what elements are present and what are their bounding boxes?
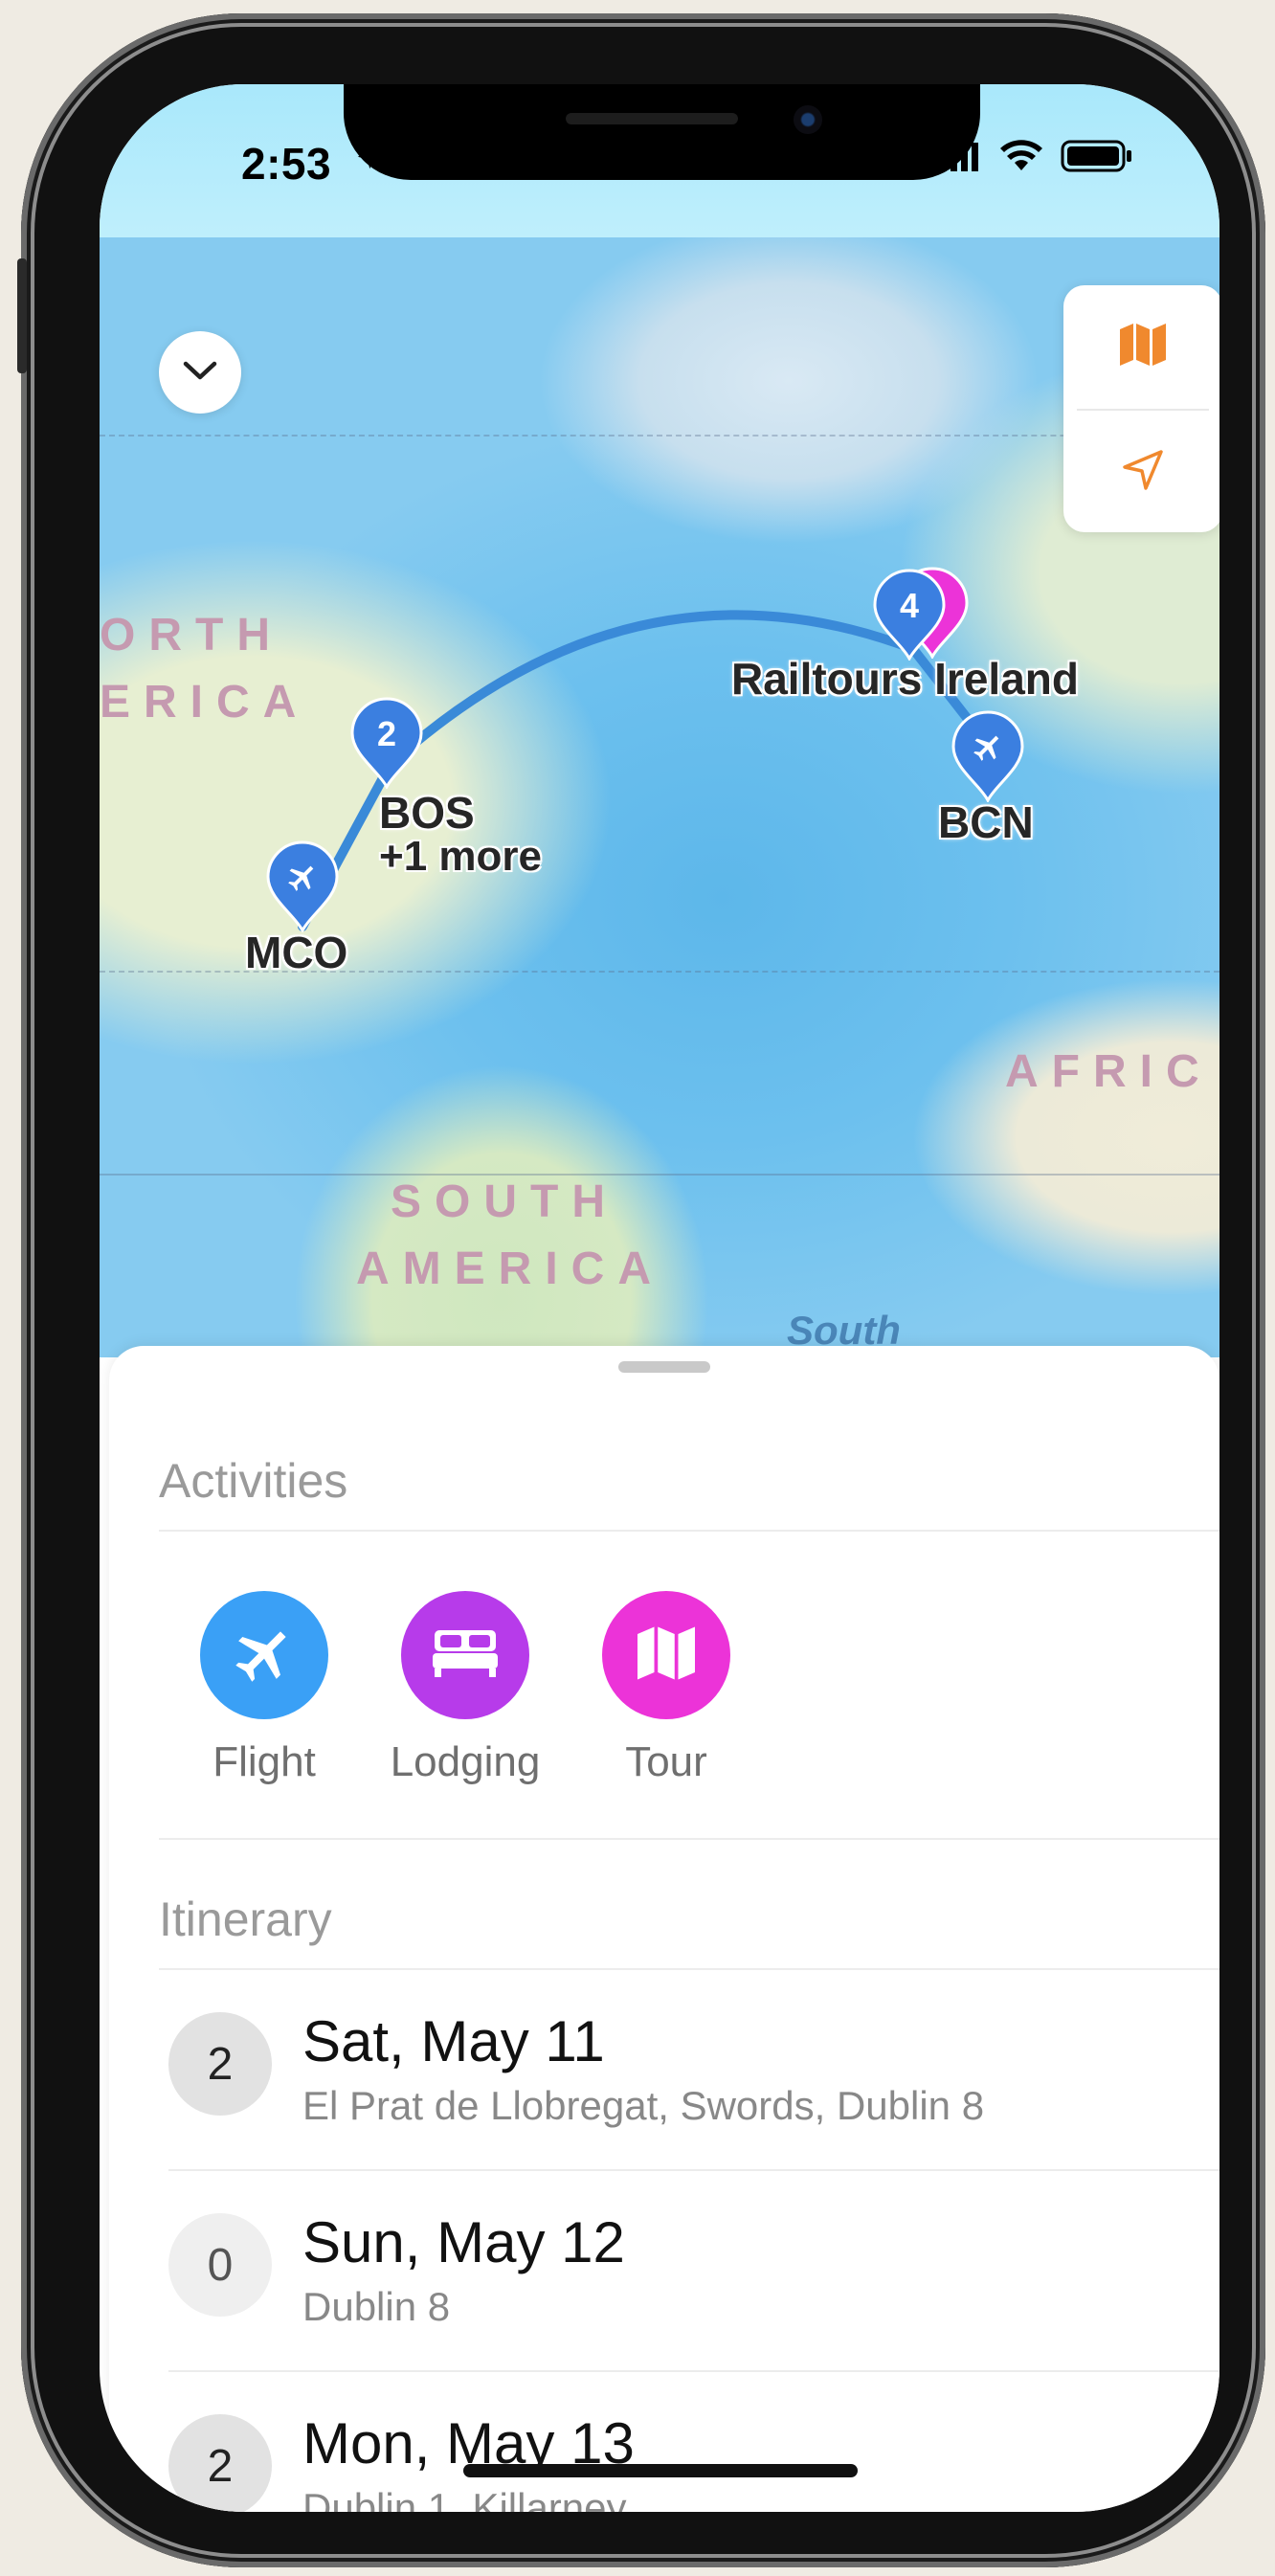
- pin-badge-count: 4: [900, 586, 919, 625]
- map-sublabel-bos: +1 more: [379, 833, 542, 880]
- map-label-railtours: Railtours Ireland: [731, 654, 1079, 704]
- map-pin-bcn[interactable]: [951, 710, 1024, 807]
- home-indicator[interactable]: [463, 2464, 858, 2477]
- sheet-grabber[interactable]: [618, 1361, 710, 1373]
- map-label-bos: BOS: [379, 788, 475, 838]
- map-icon: [1118, 322, 1168, 372]
- bed-icon: [431, 1626, 500, 1685]
- route-line: [298, 610, 993, 931]
- notch: [344, 84, 980, 180]
- map-pin-bos[interactable]: 2: [350, 697, 423, 794]
- map-label-mco: MCO: [245, 928, 348, 977]
- status-time: 2:53: [241, 139, 332, 189]
- location-arrow-icon: [1120, 447, 1166, 498]
- day-places: El Prat de Llobregat, Swords, Dublin 8: [302, 2083, 985, 2128]
- map-pin-railtours[interactable]: 4: [873, 569, 946, 665]
- speaker: [566, 113, 738, 124]
- map-controls: [1063, 285, 1219, 532]
- airplane-icon: [234, 1623, 295, 1689]
- activity-circle: [401, 1591, 529, 1719]
- activity-label: Tour: [625, 1738, 707, 1785]
- activity-flight[interactable]: Flight: [178, 1591, 350, 1786]
- pin-badge-count: 2: [377, 714, 396, 753]
- activity-lodging[interactable]: Lodging: [379, 1591, 551, 1786]
- itinerary-title: Itinerary: [159, 1893, 332, 1946]
- itinerary-day-row[interactable]: 0 Sun, May 12 Dublin 8: [168, 2171, 1219, 2372]
- current-location-button[interactable]: [1063, 411, 1219, 534]
- day-places: Dublin 8: [302, 2284, 451, 2329]
- day-item-count: 2: [168, 2012, 272, 2116]
- map-label-bcn: BCN: [938, 797, 1034, 847]
- divider: [159, 1838, 1219, 1840]
- day-date: Sun, May 12: [302, 2210, 625, 2274]
- wifi-icon: [999, 140, 1043, 177]
- activity-tour[interactable]: Tour: [580, 1591, 752, 1786]
- battery-icon: [1061, 140, 1133, 177]
- map[interactable]: ORTH ERICA SOUTH AMERICA AFRIC South 2 B…: [100, 228, 1219, 1357]
- day-places: Dublin 1, Killarney: [302, 2485, 627, 2512]
- itinerary-day-row[interactable]: 2 Mon, May 13 Dublin 1, Killarney: [168, 2372, 1219, 2512]
- itinerary-day-row[interactable]: 2 Sat, May 11 El Prat de Llobregat, Swor…: [168, 1970, 1219, 2171]
- map-mode-button[interactable]: [1063, 285, 1219, 409]
- bottom-sheet[interactable]: Activities Flight Lodging Tour Itinerary…: [109, 1346, 1219, 2512]
- activity-circle: [602, 1591, 730, 1719]
- camera: [794, 105, 822, 134]
- divider: [159, 1530, 1219, 1532]
- screen: 2:53 ORTH ERICA SOUTH AMERICA AFRIC Sout…: [100, 84, 1219, 2512]
- map-pin-mco[interactable]: [266, 840, 339, 937]
- side-button: [17, 258, 27, 373]
- activity-label: Flight: [212, 1738, 316, 1785]
- activity-label: Lodging: [390, 1738, 541, 1785]
- activity-circle: [200, 1591, 328, 1719]
- map-icon: [635, 1624, 698, 1687]
- day-date: Sat, May 11: [302, 2009, 605, 2073]
- day-item-count: 0: [168, 2213, 272, 2317]
- day-item-count: 2: [168, 2414, 272, 2512]
- chevron-down-icon: [182, 359, 218, 387]
- activities-title: Activities: [159, 1454, 348, 1508]
- collapse-button[interactable]: [159, 331, 241, 414]
